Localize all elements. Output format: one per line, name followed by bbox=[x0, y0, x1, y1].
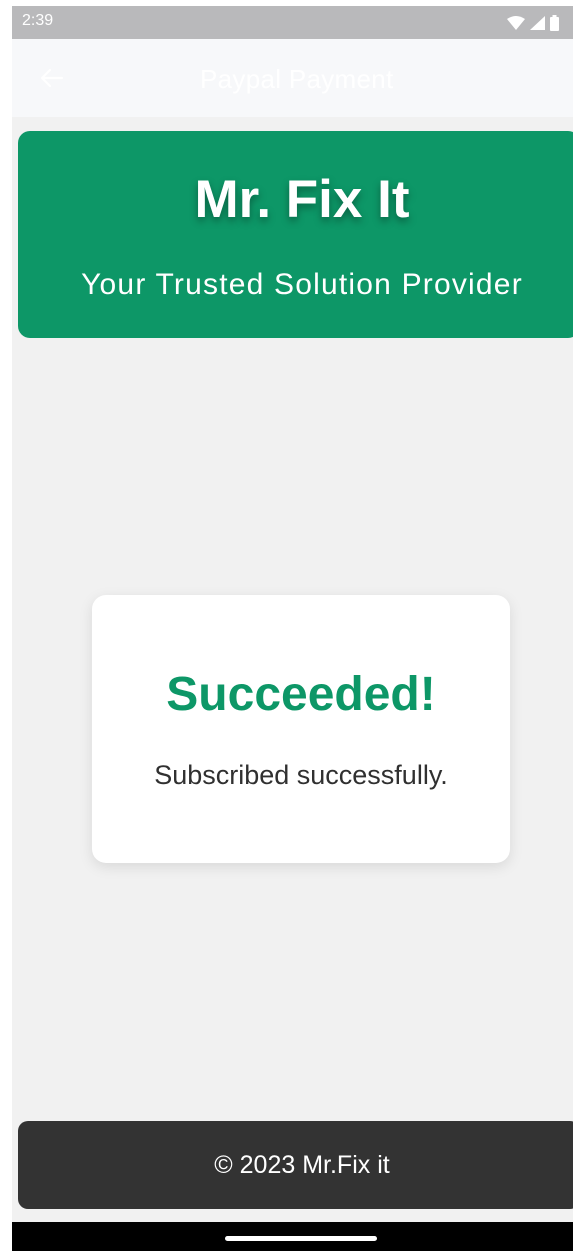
status-time: 2:39 bbox=[22, 12, 54, 29]
brand-tagline: Your Trusted Solution Provider bbox=[81, 268, 523, 301]
brand-title: Mr. Fix It bbox=[194, 170, 410, 229]
navigation-bar bbox=[12, 1222, 573, 1251]
status-bar: 2:39 bbox=[12, 6, 573, 39]
wifi-icon bbox=[507, 16, 525, 30]
footer: © 2023 Mr.Fix it bbox=[18, 1121, 573, 1209]
header-banner: Mr. Fix It Your Trusted Solution Provide… bbox=[18, 131, 573, 338]
phone-screen: 2:39 Paypal Payment Mr. Fix It Your Trus… bbox=[12, 6, 573, 1251]
app-bar-title: Paypal Payment bbox=[200, 64, 394, 94]
signal-icon bbox=[530, 16, 545, 30]
battery-icon bbox=[550, 15, 559, 31]
app-bar: Paypal Payment bbox=[12, 39, 573, 117]
payment-result-card: Succeeded! Subscribed successfully. bbox=[92, 595, 510, 863]
home-indicator[interactable] bbox=[225, 1236, 377, 1241]
result-title: Succeeded! bbox=[166, 668, 436, 721]
status-icons bbox=[507, 15, 559, 31]
result-message: Subscribed successfully. bbox=[154, 760, 448, 790]
back-arrow-icon[interactable] bbox=[38, 67, 64, 89]
footer-copyright: © 2023 Mr.Fix it bbox=[214, 1151, 390, 1179]
